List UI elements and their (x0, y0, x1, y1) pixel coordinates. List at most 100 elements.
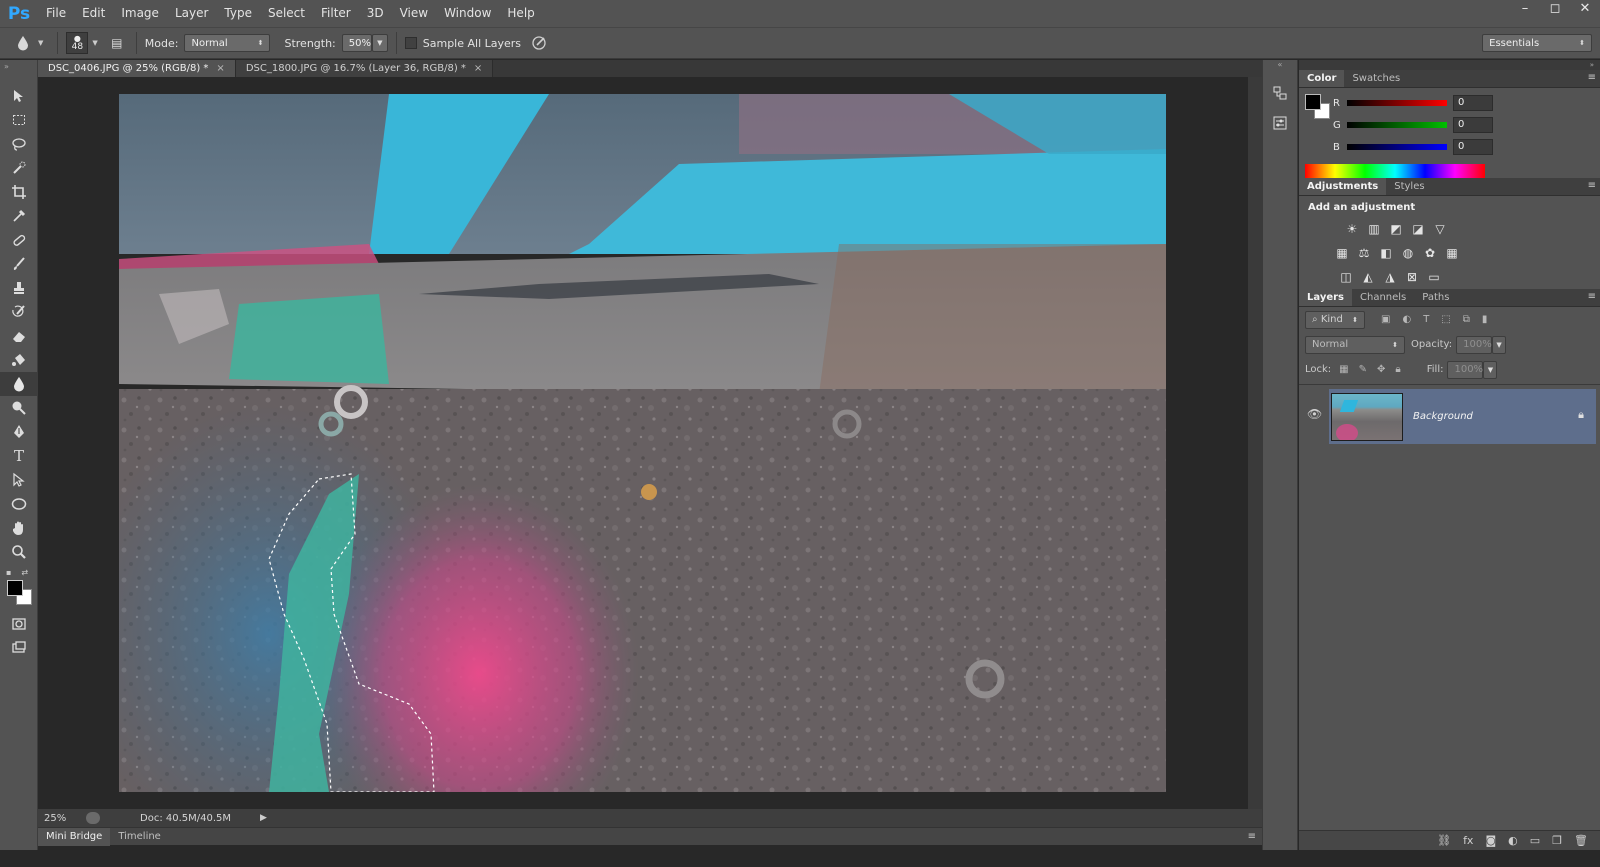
marquee-tool-icon[interactable] (0, 108, 38, 132)
menu-layer[interactable]: Layer (167, 0, 216, 27)
menu-3d[interactable]: 3D (359, 0, 392, 27)
lock-all-icon[interactable]: 🔒︎ (1395, 364, 1400, 375)
blend-mode-select[interactable]: Normal ⬍ (1305, 335, 1405, 354)
menu-filter[interactable]: Filter (313, 0, 359, 27)
layer-row-background[interactable]: 👁︎ Background 🔒︎ (1307, 389, 1596, 444)
color-lookup-icon[interactable]: ▦ (1441, 242, 1463, 264)
red-slider[interactable] (1347, 100, 1447, 106)
delete-layer-icon[interactable]: 🗑︎ (1574, 834, 1588, 847)
restore-button[interactable]: ◻ (1540, 0, 1570, 20)
opacity-input[interactable]: 100% (1456, 335, 1493, 354)
tab-timeline[interactable]: Timeline (110, 828, 169, 846)
menu-window[interactable]: Window (436, 0, 499, 27)
mode-select[interactable]: Normal ⬍ (184, 34, 271, 52)
new-adjustment-icon[interactable]: ◐ (1508, 834, 1518, 847)
brush-chevron-icon[interactable]: ▼ (92, 39, 97, 47)
close-tab-icon[interactable]: × (216, 60, 224, 77)
tab-mini-bridge[interactable]: Mini Bridge (38, 827, 111, 846)
tool-preset-chevron-icon[interactable]: ▼ (38, 39, 43, 47)
blur-tool-icon[interactable] (0, 372, 38, 396)
default-colors-icon[interactable]: ▪ (6, 568, 11, 577)
curves-icon[interactable]: ◩ (1385, 218, 1407, 240)
blue-slider[interactable] (1347, 144, 1447, 150)
posterize-icon[interactable]: ◭ (1357, 266, 1379, 288)
type-tool-icon[interactable]: T (0, 444, 38, 468)
document-tab-dsc0406[interactable]: DSC_0406.JPG @ 25% (RGB/8) * × (38, 60, 236, 77)
brush-picker[interactable]: ● 48 (66, 32, 89, 54)
strength-input[interactable]: 50% (341, 34, 372, 52)
panel-menu-icon[interactable]: ≡ (1248, 831, 1256, 842)
menu-file[interactable]: File (38, 0, 74, 27)
invert-icon[interactable]: ◫ (1335, 266, 1357, 288)
status-menu-arrow-icon[interactable]: ▶ (260, 813, 267, 823)
red-value[interactable]: 0 (1453, 95, 1493, 111)
dodge-tool-icon[interactable] (0, 396, 38, 420)
menu-edit[interactable]: Edit (74, 0, 113, 27)
filter-shape-icon[interactable]: ⬚ (1441, 314, 1450, 325)
quick-selection-tool-icon[interactable] (0, 156, 38, 180)
paint-bucket-tool-icon[interactable] (0, 348, 38, 372)
blur-tool-preset-icon[interactable] (8, 29, 38, 57)
eraser-tool-icon[interactable] (0, 324, 38, 348)
screen-mode-icon[interactable] (0, 636, 38, 660)
minimize-button[interactable]: – (1510, 0, 1540, 20)
gradient-map-icon[interactable]: ▭ (1423, 266, 1445, 288)
lasso-tool-icon[interactable] (0, 132, 38, 156)
brush-panel-toggle-icon[interactable]: ▤ (106, 32, 128, 54)
panel-menu-icon[interactable]: ≡ (1588, 72, 1596, 83)
filter-pixel-icon[interactable]: ▣ (1381, 314, 1390, 325)
fill-input[interactable]: 100% (1447, 360, 1484, 379)
levels-icon[interactable]: ▥ (1363, 218, 1385, 240)
path-selection-tool-icon[interactable] (0, 468, 38, 492)
collapse-dock-icon[interactable]: « (1263, 60, 1297, 78)
selective-color-icon[interactable]: ⊠ (1401, 266, 1423, 288)
color-balance-icon[interactable]: ⚖ (1353, 242, 1375, 264)
layer-kind-filter[interactable]: ⌕ Kind ⬍ (1305, 310, 1365, 329)
green-value[interactable]: 0 (1453, 117, 1493, 133)
tab-channels[interactable]: Channels (1352, 289, 1414, 306)
document-tab-dsc1800[interactable]: DSC_1800.JPG @ 16.7% (Layer 36, RGB/8) *… (235, 60, 494, 77)
hand-tool-icon[interactable] (0, 516, 38, 540)
history-brush-tool-icon[interactable] (0, 300, 38, 324)
menu-help[interactable]: Help (499, 0, 542, 27)
pen-tool-icon[interactable] (0, 420, 38, 444)
brightness-contrast-icon[interactable]: ☀ (1341, 218, 1363, 240)
hue-saturation-icon[interactable]: ▦ (1331, 242, 1353, 264)
link-layers-icon[interactable]: ⛓ (1437, 834, 1451, 847)
status-icon[interactable] (86, 812, 100, 824)
filter-toggle-icon[interactable]: ▮ (1482, 314, 1488, 325)
lock-transparent-icon[interactable]: ▦ (1339, 364, 1348, 375)
filter-adjustment-icon[interactable]: ◐ (1402, 314, 1411, 325)
collapse-panels-icon[interactable]: » (1299, 60, 1600, 70)
menu-image[interactable]: Image (113, 0, 167, 27)
tab-swatches[interactable]: Swatches (1344, 70, 1408, 87)
menu-view[interactable]: View (392, 0, 436, 27)
foreground-color[interactable] (1305, 94, 1321, 110)
close-button[interactable]: ✕ (1570, 0, 1600, 20)
tab-layers[interactable]: Layers (1299, 289, 1352, 306)
new-group-icon[interactable]: ▭ (1530, 834, 1540, 847)
foreground-color[interactable] (7, 580, 23, 596)
filter-smart-object-icon[interactable]: ⧉ (1463, 314, 1470, 325)
vertical-scrollbar[interactable] (1248, 77, 1262, 809)
strength-slider-button[interactable]: ▼ (371, 34, 388, 52)
green-slider[interactable] (1347, 122, 1447, 128)
black-white-icon[interactable]: ◧ (1375, 242, 1397, 264)
tab-color[interactable]: Color (1299, 70, 1345, 87)
sample-all-layers-checkbox[interactable] (404, 37, 417, 49)
eyedropper-tool-icon[interactable] (0, 204, 38, 228)
close-tab-icon[interactable]: × (474, 60, 482, 77)
menu-type[interactable]: Type (216, 0, 260, 27)
move-tool-icon[interactable] (0, 84, 38, 108)
filter-type-icon[interactable]: T (1423, 314, 1429, 325)
vibrance-icon[interactable]: ▽ (1429, 218, 1451, 240)
clone-stamp-tool-icon[interactable] (0, 276, 38, 300)
panel-menu-icon[interactable]: ≡ (1588, 180, 1596, 191)
channel-mixer-icon[interactable]: ✿ (1419, 242, 1441, 264)
lock-pixels-icon[interactable]: ✎ (1359, 364, 1367, 375)
add-mask-icon[interactable]: ◙ (1485, 834, 1496, 847)
layer-style-icon[interactable]: fx (1463, 834, 1473, 847)
tab-adjustments[interactable]: Adjustments (1299, 178, 1387, 195)
tab-paths[interactable]: Paths (1414, 289, 1457, 306)
color-spectrum[interactable] (1305, 164, 1485, 178)
